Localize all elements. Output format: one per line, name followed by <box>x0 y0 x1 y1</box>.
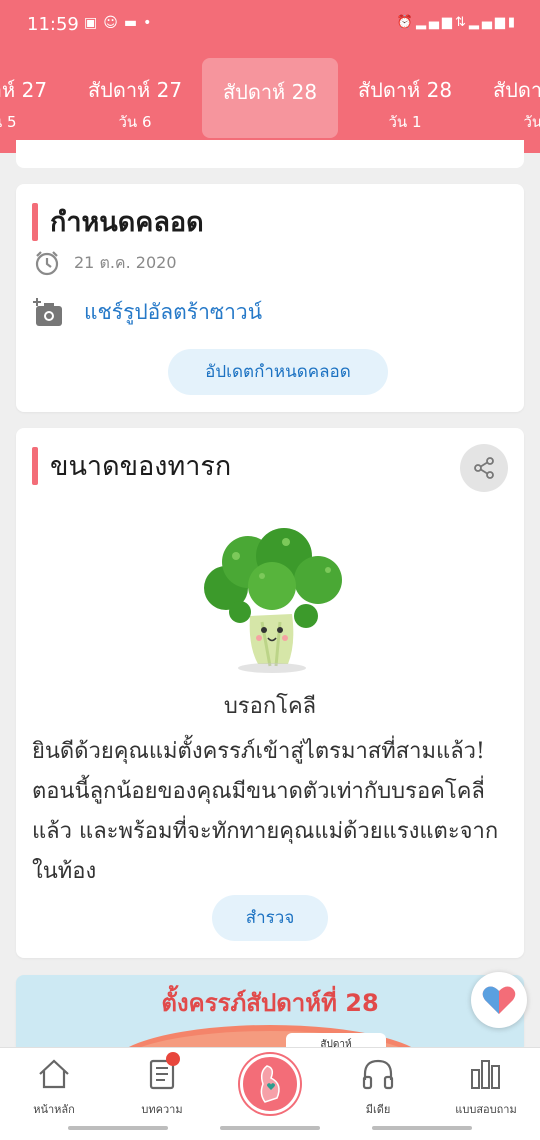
nav-articles[interactable]: บทความ <box>122 1052 202 1118</box>
battery-icon: ▮ <box>507 15 518 30</box>
nav-label: มีเดีย <box>365 1103 391 1116</box>
nav-label: แบบสอบถาม <box>455 1103 517 1116</box>
gesture-bar <box>68 1126 168 1130</box>
day-label: วัน 2 <box>523 113 540 131</box>
week-selector: สัปดาห์ 27 วัน 5 สัปดาห์ 27 วัน 6 สัปดาห… <box>0 58 540 138</box>
notification-badge <box>166 1052 180 1066</box>
week-tab[interactable]: สัปดาห์ 27 วัน 6 <box>67 58 203 138</box>
previous-card <box>16 140 524 168</box>
due-date-row: 21 ต.ค. 2020 <box>34 250 177 276</box>
explore-button[interactable]: สำรวจ <box>212 895 328 941</box>
notification-icons: ▣☺▬• <box>84 15 157 31</box>
floating-heart-button[interactable] <box>471 972 527 1028</box>
status-time: 11:59 <box>27 14 79 35</box>
gesture-bar <box>220 1126 320 1130</box>
clock-icon <box>35 251 59 276</box>
fruit-name: บรอกโคลี <box>223 694 317 719</box>
update-due-date-button[interactable]: อัปเดตกำหนดคลอด <box>168 349 388 395</box>
pregnancy-icon <box>260 1065 280 1103</box>
share-icon <box>474 457 494 479</box>
alarm-icon: ⏰ <box>396 15 416 30</box>
heart-icon <box>482 986 516 1014</box>
baby-size-description: ยินดีด้วยคุณแม่ตั้งครรภ์เข้าสู่ไตรมาสที่… <box>32 739 499 884</box>
gesture-bar <box>372 1126 472 1130</box>
day-label: วัน 1 <box>388 113 422 131</box>
week-tab[interactable]: สัปดาห์ 28 วัน 2 <box>472 58 540 138</box>
nav-survey[interactable]: แบบสอบถาม <box>446 1058 526 1118</box>
banner-title: ตั้งครรภ์สัปดาห์ที่ 28 <box>161 989 379 1017</box>
section-header: ขนาดของทารก <box>32 444 231 487</box>
week-banner[interactable]: ตั้งครรภ์สัปดาห์ที่ 28 สัปดาห์ <box>16 975 524 1047</box>
day-label: วัน 5 <box>0 113 17 131</box>
section-accent-bar <box>32 446 38 485</box>
section-accent-bar <box>32 202 38 241</box>
status-bar: 11:59 ▣☺▬• ⏰▂▄▆⇅▂▄▆▮ <box>0 0 540 52</box>
day-label: วัน 6 <box>118 113 152 131</box>
nav-home[interactable]: หน้าหลัก <box>14 1058 94 1118</box>
baby-size-card: ขนาดของทารก บรอกโคลี ยินดีด้วยคุณแม่ตั้ง… <box>16 428 524 958</box>
app-header: 11:59 ▣☺▬• ⏰▂▄▆⇅▂▄▆▮ สัปดาห์ 27 วัน 5 สั… <box>0 0 540 153</box>
chart-icon <box>471 1060 500 1089</box>
shop-icon: ▣ <box>84 15 104 31</box>
signal-icon: ▂▄▆ <box>468 15 508 30</box>
nav-label: หน้าหลัก <box>33 1103 75 1116</box>
add-photo-icon <box>33 297 62 326</box>
week-label: สัปดาห์ 28 <box>357 78 453 102</box>
share-ultrasound-link[interactable]: แชร์รูปอัลตร้าซาวน์ <box>32 296 262 329</box>
signal-icon: ▂▄▆ <box>415 15 455 30</box>
4g-icon: ⇅ <box>454 15 469 30</box>
home-icon <box>39 1059 69 1089</box>
week-label: สัปดาห์ 27 <box>87 78 183 102</box>
chat-icon: ▬ <box>123 15 144 31</box>
week-label: สัปดาห์ 27 <box>0 78 48 102</box>
week-tab[interactable]: สัปดาห์ 28 วัน 1 <box>337 58 473 138</box>
banner-card: สัปดาห์ <box>286 1033 386 1047</box>
system-icons: ⏰▂▄▆⇅▂▄▆▮ <box>397 15 518 30</box>
dot-icon: • <box>143 15 158 31</box>
due-date-card: กำหนดคลอด 21 ต.ค. 2020 แชร์รูปอัลตร้าซาว… <box>16 184 524 412</box>
face-icon: ☺ <box>103 15 124 31</box>
share-ultrasound-label: แชร์รูปอัลตร้าซาวน์ <box>84 300 263 324</box>
nav-media[interactable]: มีเดีย <box>338 1058 418 1118</box>
section-header: กำหนดคลอด <box>32 200 204 243</box>
week-label: สัปดาห์ 28 <box>492 78 540 102</box>
week-label: สัปดาห์ 28 <box>222 80 318 104</box>
headphones-icon <box>362 1059 394 1090</box>
nav-pregnancy[interactable] <box>240 1054 300 1114</box>
week-tab-active[interactable]: สัปดาห์ 28 <box>202 58 338 138</box>
due-date-value: 21 ต.ค. 2020 <box>74 252 177 272</box>
broccoli-illustration <box>204 528 342 673</box>
week-tab[interactable]: สัปดาห์ 27 วัน 5 <box>0 58 68 138</box>
nav-label: บทความ <box>141 1103 183 1116</box>
section-title: กำหนดคลอด <box>50 207 204 238</box>
share-button[interactable] <box>460 444 508 492</box>
section-title: ขนาดของทารก <box>50 451 232 482</box>
